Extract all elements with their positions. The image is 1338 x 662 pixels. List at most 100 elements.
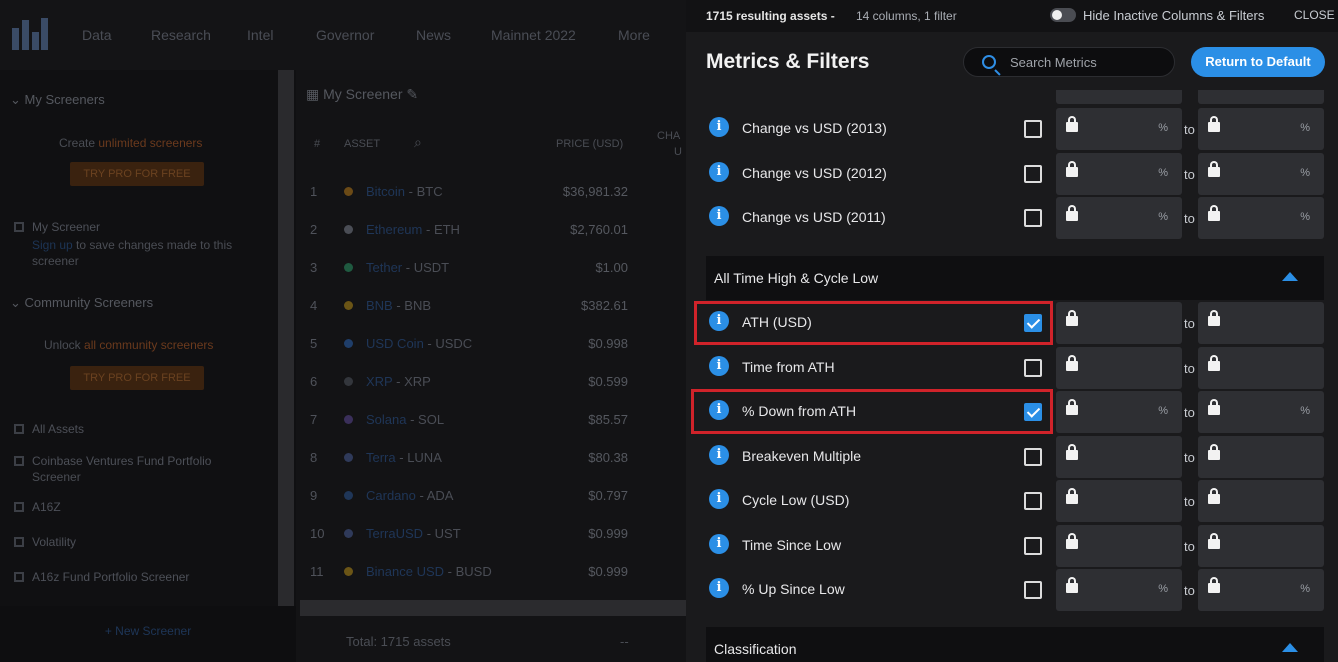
- range-min-input[interactable]: [1056, 435, 1182, 478]
- metric-checkbox[interactable]: [1024, 358, 1042, 377]
- table-row[interactable]: 6 XRP - XRP $0.599: [296, 362, 686, 400]
- asset-name[interactable]: TerraUSD - UST: [366, 526, 461, 541]
- range-min-input[interactable]: %: [1056, 391, 1182, 433]
- return-to-default-button[interactable]: Return to Default: [1191, 47, 1325, 77]
- nav-item-governor[interactable]: Governor: [316, 27, 374, 43]
- hide-inactive-toggle[interactable]: [1050, 8, 1076, 22]
- row-number: 5: [310, 336, 318, 351]
- info-icon[interactable]: i: [709, 578, 729, 598]
- range-min-input[interactable]: [1056, 346, 1182, 389]
- asset-name[interactable]: Bitcoin - BTC: [366, 184, 443, 199]
- partial-range-min[interactable]: [1056, 90, 1182, 104]
- asset-name[interactable]: USD Coin - USDC: [366, 336, 472, 351]
- range-min-input[interactable]: %: [1056, 152, 1182, 195]
- range-max-input[interactable]: [1198, 480, 1324, 522]
- metric-checkbox[interactable]: [1024, 492, 1042, 510]
- range-max-input[interactable]: [1198, 435, 1324, 478]
- range-max-input[interactable]: %: [1198, 569, 1324, 611]
- asset-name[interactable]: Binance USD - BUSD: [366, 564, 492, 579]
- table-row[interactable]: 11 Binance USD - BUSD $0.999: [296, 552, 686, 590]
- sidebar-item-volatility[interactable]: Volatility: [14, 535, 76, 549]
- info-icon[interactable]: i: [709, 355, 729, 376]
- table-row[interactable]: 2 Ethereum - ETH $2,760.01: [296, 210, 686, 248]
- messari-logo-icon[interactable]: [12, 18, 48, 50]
- search-metrics-input[interactable]: [1010, 55, 1160, 70]
- range-min-input[interactable]: [1056, 302, 1182, 344]
- nav-item-data[interactable]: Data: [82, 27, 112, 43]
- partial-range-max[interactable]: [1198, 90, 1324, 104]
- range-max-input[interactable]: %: [1198, 152, 1324, 195]
- metric-checkbox[interactable]: [1024, 536, 1042, 555]
- section-header-ath[interactable]: All Time High & Cycle Low: [706, 256, 1324, 300]
- metric-checkbox[interactable]: [1024, 581, 1042, 599]
- range-min-input[interactable]: [1056, 524, 1182, 567]
- sidebar-scrollbar[interactable]: [278, 70, 294, 606]
- table-row[interactable]: 7 Solana - SOL $85.57: [296, 400, 686, 438]
- info-icon[interactable]: i: [709, 206, 729, 226]
- table-row[interactable]: 4 BNB - BNB $382.61: [296, 286, 686, 324]
- table-row[interactable]: 8 Terra - LUNA $80.38: [296, 438, 686, 476]
- nav-item-research[interactable]: Research: [151, 27, 211, 43]
- new-screener-button[interactable]: + New Screener: [0, 606, 296, 662]
- hide-inactive-label[interactable]: Hide Inactive Columns & Filters: [1083, 8, 1264, 23]
- asset-name[interactable]: BNB - BNB: [366, 298, 431, 313]
- asset-name[interactable]: Solana - SOL: [366, 412, 444, 427]
- info-icon[interactable]: i: [709, 117, 729, 137]
- sidebar-item-coinbase[interactable]: Coinbase Ventures Fund Portfolio: [14, 454, 211, 468]
- section-header-classification[interactable]: Classification: [706, 627, 1324, 662]
- close-button[interactable]: CLOSE: [1294, 8, 1335, 22]
- to-label: to: [1184, 538, 1195, 554]
- info-icon[interactable]: i: [709, 533, 729, 554]
- info-icon[interactable]: i: [709, 161, 729, 182]
- range-max-input[interactable]: %: [1198, 108, 1324, 150]
- nav-item-more[interactable]: More: [618, 27, 650, 43]
- metric-checkbox[interactable]: [1024, 447, 1042, 466]
- asset-name[interactable]: Ethereum - ETH: [366, 222, 460, 237]
- table-row[interactable]: 9 Cardano - ADA $0.797: [296, 476, 686, 514]
- table-row[interactable]: 10 TerraUSD - UST $0.999: [296, 514, 686, 552]
- range-max-input[interactable]: %: [1198, 391, 1324, 433]
- nav-item-mainnet[interactable]: Mainnet 2022: [491, 27, 576, 43]
- table-horizontal-scrollbar[interactable]: [300, 600, 686, 616]
- screener-title[interactable]: ▦ My Screener ✎: [306, 86, 418, 103]
- search-metrics-box[interactable]: [963, 47, 1175, 77]
- metric-checkbox[interactable]: [1024, 164, 1042, 183]
- metric-checkbox[interactable]: [1024, 120, 1042, 138]
- range-min-input[interactable]: %: [1056, 569, 1182, 611]
- range-max-input[interactable]: [1198, 346, 1324, 389]
- asset-name[interactable]: Terra - LUNA: [366, 450, 442, 465]
- range-max-input[interactable]: %: [1198, 197, 1324, 239]
- range-max-input[interactable]: [1198, 524, 1324, 567]
- nav-item-intel[interactable]: Intel: [247, 27, 273, 43]
- sidebar-item-a16z-portfolio[interactable]: A16z Fund Portfolio Screener: [14, 570, 189, 584]
- chevron-up-icon[interactable]: [1282, 272, 1298, 281]
- column-header-asset[interactable]: ASSET: [344, 138, 380, 150]
- asset-name[interactable]: Tether - USDT: [366, 260, 449, 275]
- asset-name[interactable]: Cardano - ADA: [366, 488, 453, 503]
- metric-checkbox[interactable]: [1024, 209, 1042, 227]
- try-pro-button-2[interactable]: TRY PRO FOR FREE: [70, 366, 204, 390]
- sidebar-item-my-screener[interactable]: My Screener: [14, 220, 100, 234]
- range-min-input[interactable]: [1056, 480, 1182, 522]
- asset-search-icon[interactable]: ⌕: [414, 134, 422, 151]
- nav-item-news[interactable]: News: [416, 27, 451, 43]
- table-row[interactable]: 3 Tether - USDT $1.00: [296, 248, 686, 286]
- table-row[interactable]: 1 Bitcoin - BTC $36,981.32: [296, 172, 686, 210]
- my-screeners-heading[interactable]: ⌄ My Screeners: [10, 92, 105, 108]
- chevron-up-icon[interactable]: [1282, 643, 1298, 652]
- info-icon[interactable]: i: [709, 489, 729, 509]
- signup-hint-line2: screener: [32, 254, 79, 268]
- range-min-input[interactable]: %: [1056, 108, 1182, 150]
- try-pro-button[interactable]: TRY PRO FOR FREE: [70, 162, 204, 186]
- range-max-input[interactable]: [1198, 302, 1324, 344]
- range-min-input[interactable]: %: [1056, 197, 1182, 239]
- column-header-change[interactable]: CHA: [657, 130, 680, 142]
- sidebar-item-a16z[interactable]: A16Z: [14, 500, 61, 514]
- sidebar-item-all-assets[interactable]: All Assets: [14, 422, 84, 436]
- asset-name[interactable]: XRP - XRP: [366, 374, 431, 389]
- community-screeners-heading[interactable]: ⌄ Community Screeners: [10, 295, 153, 311]
- column-header-price[interactable]: PRICE (USD): [556, 138, 623, 150]
- unit-label: %: [1158, 166, 1168, 179]
- info-icon[interactable]: i: [709, 444, 729, 465]
- table-row[interactable]: 5 USD Coin - USDC $0.998: [296, 324, 686, 362]
